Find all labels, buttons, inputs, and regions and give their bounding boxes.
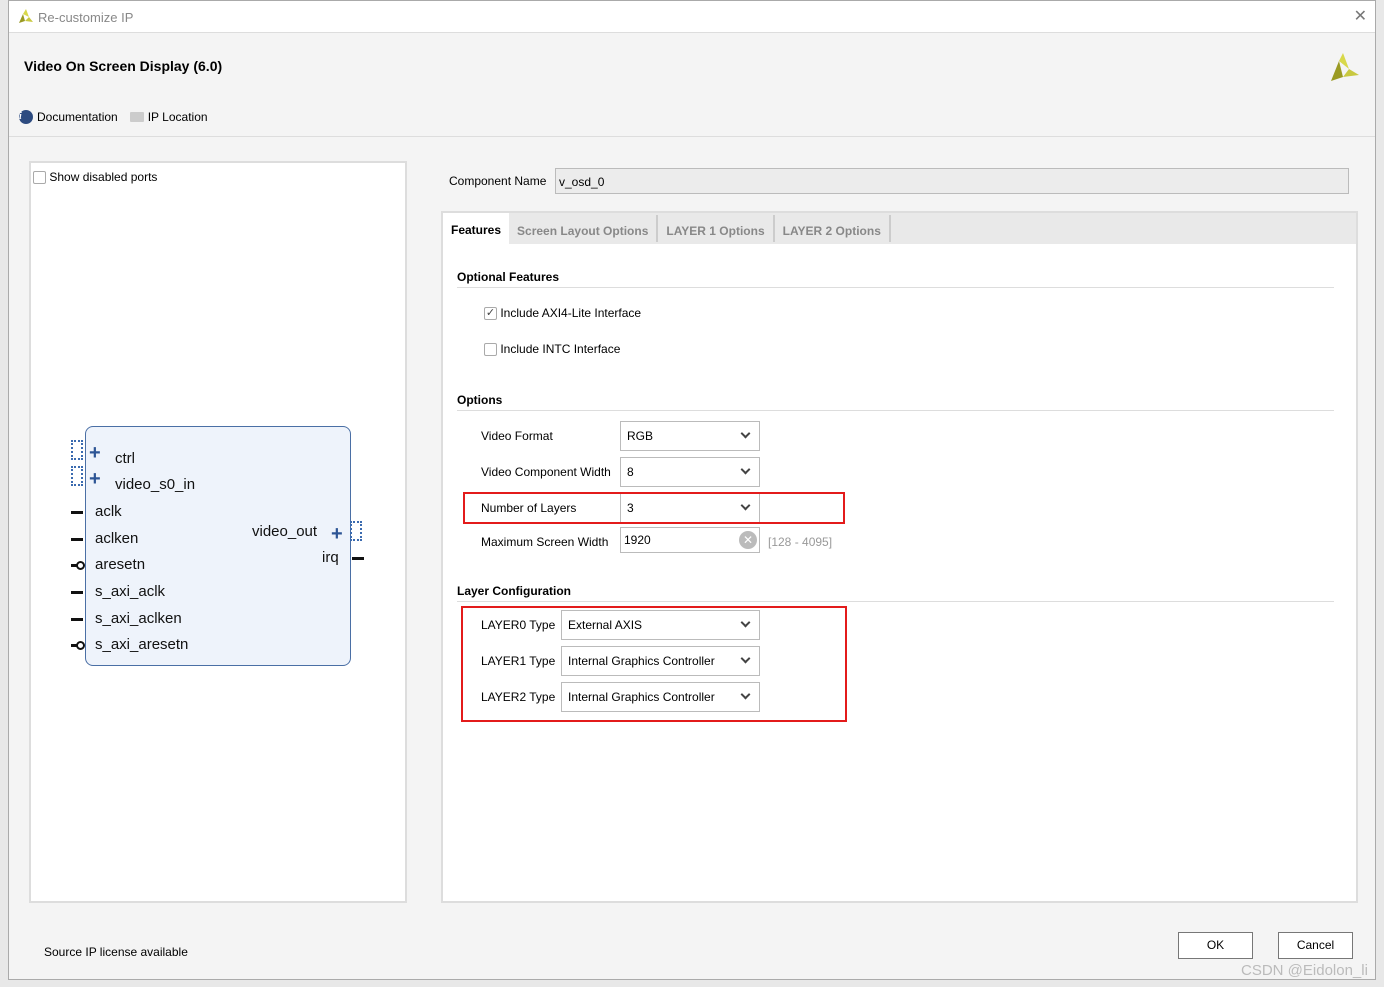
port-pin [71, 538, 83, 541]
license-status: Source IP license available [44, 945, 188, 959]
documentation-label: Documentation [37, 110, 118, 124]
show-disabled-ports-checkbox[interactable]: Show disabled ports [33, 170, 158, 185]
folder-icon [129, 112, 144, 122]
component-width-label: Video Component Width [481, 465, 611, 479]
checkbox-checked[interactable]: ✓ [484, 307, 497, 321]
port-label: ctrl [115, 450, 135, 467]
tab-bar: Features Screen Layout Options LAYER 1 O… [443, 213, 1356, 244]
watermark: CSDN @Eidolon_li [1241, 962, 1368, 979]
intc-checkbox[interactable]: Include INTC Interface [484, 342, 621, 357]
window-title: Re-customize IP [38, 10, 134, 25]
title-bar: Re-customize IP ✕ [9, 1, 1375, 33]
checkbox-box[interactable] [33, 171, 46, 185]
bus-interface-icon [350, 521, 362, 541]
clear-icon[interactable]: ✕ [739, 531, 757, 549]
tab-screen-layout[interactable]: Screen Layout Options [509, 215, 659, 242]
highlight-box [463, 492, 845, 524]
port-pin [71, 591, 83, 594]
options-heading: Options [457, 393, 1334, 411]
port-label: video_s0_in [115, 476, 196, 493]
ip-location-label: IP Location [147, 110, 208, 124]
xilinx-logo-icon [19, 9, 33, 23]
port-label: aclk [95, 503, 122, 520]
port-label: aresetn [95, 556, 146, 573]
port-pin [352, 557, 364, 560]
max-width-label: Maximum Screen Width [481, 535, 609, 549]
video-format-label: Video Format [481, 429, 553, 443]
video-format-select[interactable]: RGB [620, 421, 760, 451]
divider [9, 136, 1375, 137]
dialog: Re-customize IP ✕ Video On Screen Displa… [8, 0, 1376, 980]
ip-location-link[interactable]: IP Location [129, 110, 208, 124]
component-name-input[interactable]: v_osd_0 [555, 168, 1349, 194]
cancel-button[interactable]: Cancel [1278, 932, 1353, 959]
port-label: s_axi_aclk [95, 583, 166, 600]
ok-button[interactable]: OK [1178, 932, 1253, 959]
active-low-icon [76, 561, 85, 570]
intc-label: Include INTC Interface [500, 342, 621, 356]
port-label: s_axi_aresetn [95, 636, 189, 653]
axi-lite-label: Include AXI4-Lite Interface [500, 306, 642, 320]
show-disabled-ports-label: Show disabled ports [49, 170, 158, 184]
layer-config-heading: Layer Configuration [457, 584, 1334, 602]
port-label: s_axi_aclken [95, 610, 182, 627]
bus-expand-icon[interactable]: + [331, 524, 343, 544]
config-pane: Features Screen Layout Options LAYER 1 O… [441, 211, 1358, 903]
port-pin [71, 511, 83, 514]
port-label: irq [322, 549, 339, 566]
bus-expand-icon[interactable]: + [89, 469, 101, 489]
chevron-down-icon [740, 428, 751, 439]
video-format-value: RGB [627, 429, 654, 443]
port-label: aclken [95, 530, 139, 547]
port-label: video_out [252, 523, 318, 540]
tab-layer1[interactable]: LAYER 1 Options [658, 215, 775, 242]
xilinx-logo-icon [1331, 53, 1359, 81]
checkbox-box[interactable] [484, 343, 497, 357]
tab-layer2[interactable]: LAYER 2 Options [775, 215, 891, 242]
bus-expand-icon[interactable]: + [89, 443, 101, 463]
axi-lite-checkbox[interactable]: ✓ Include AXI4-Lite Interface [484, 306, 642, 321]
info-icon: i [19, 110, 33, 124]
max-width-range: [128 - 4095] [768, 535, 833, 549]
optional-features-heading: Optional Features [457, 270, 1334, 288]
component-width-value: 8 [627, 465, 634, 479]
port-pin [71, 618, 83, 621]
component-name-label: Component Name [449, 174, 547, 188]
max-width-value: 1920 [624, 533, 651, 547]
active-low-icon [76, 641, 85, 650]
highlight-box [461, 606, 847, 722]
ip-title: Video On Screen Display (6.0) [24, 58, 223, 74]
tab-features[interactable]: Features [443, 213, 510, 244]
max-width-input[interactable]: 1920 ✕ [620, 527, 760, 553]
close-icon[interactable]: ✕ [1354, 6, 1367, 26]
chevron-down-icon [740, 464, 751, 475]
bus-interface-icon [71, 440, 83, 460]
bus-interface-icon [71, 466, 83, 486]
component-width-select[interactable]: 8 [620, 457, 760, 487]
documentation-link[interactable]: i Documentation [19, 110, 118, 124]
